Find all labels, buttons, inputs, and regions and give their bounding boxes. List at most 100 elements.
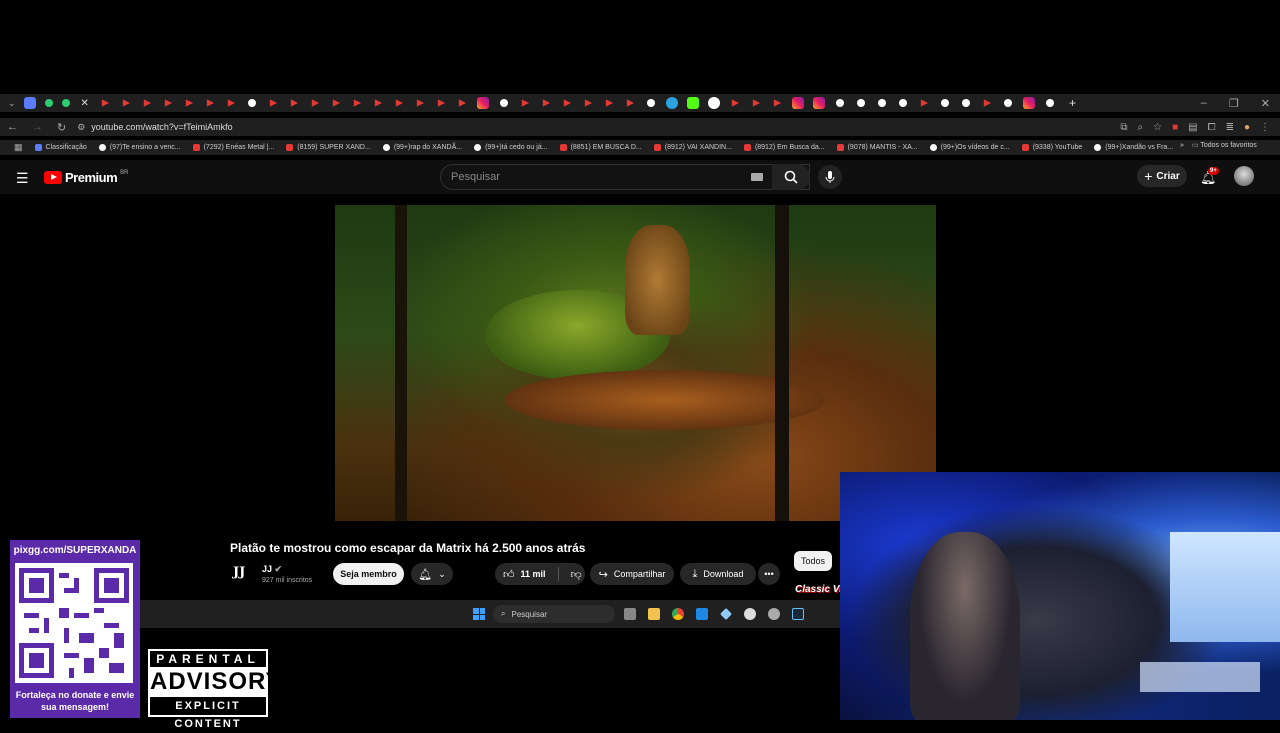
youtube-tab-icon[interactable]	[983, 99, 992, 107]
forward-icon[interactable]: →	[32, 121, 43, 133]
youtube-tab-icon[interactable]	[143, 99, 152, 107]
tiktok-tab-icon[interactable]	[500, 99, 509, 107]
share-button[interactable]: ↪ Compartilhar	[590, 563, 674, 585]
bookmark-item[interactable]: (99+)Xandão vs Fra...	[1094, 144, 1173, 151]
google-tab-icon[interactable]	[708, 97, 721, 109]
tiktok-tab-icon[interactable]	[941, 99, 950, 107]
youtube-tab-icon[interactable]	[164, 99, 173, 107]
reload-icon[interactable]: ↻	[57, 121, 66, 134]
youtube-tab-icon[interactable]	[458, 99, 467, 107]
youtube-tab-icon[interactable]	[395, 99, 404, 107]
youtube-tab-icon[interactable]	[269, 99, 278, 107]
task-view-icon[interactable]	[624, 608, 636, 620]
youtube-tab-icon[interactable]	[416, 99, 425, 107]
like-button[interactable]: 👍︎ 11 mil	[503, 568, 546, 581]
bookmark-item[interactable]: Classificação	[34, 144, 87, 151]
youtube-tab-icon[interactable]	[752, 99, 761, 107]
search-button[interactable]	[772, 164, 810, 190]
bookmark-item[interactable]: (99+)tá cedo ou já...	[474, 144, 548, 151]
youtube-logo[interactable]: Premium BR	[44, 170, 128, 185]
bookmark-item[interactable]: (8912) VAI XANDIN...	[653, 144, 732, 151]
install-icon[interactable]: ⧉	[1120, 122, 1127, 133]
close-window-icon[interactable]: ✕	[1261, 97, 1270, 110]
new-tab-icon[interactable]: +	[1069, 96, 1076, 110]
bookmark-item[interactable]: (7292) Enéas Metal |...	[192, 144, 274, 151]
youtube-tab-icon[interactable]	[437, 99, 446, 107]
tiktok-tab-icon[interactable]	[878, 99, 887, 107]
channel-name[interactable]: JJ ✔	[262, 564, 282, 575]
more-actions-button[interactable]: •••	[758, 563, 780, 585]
url-field[interactable]: youtube.com/watch?v=fTeimiAmkfo	[91, 122, 232, 132]
tiktok-tab-icon[interactable]	[962, 99, 971, 107]
bookmark-item[interactable]: (8912) Em Busca da...	[743, 144, 825, 151]
youtube-tab-icon[interactable]	[227, 99, 236, 107]
side-thumbnail-label[interactable]: Classic Vi	[795, 584, 842, 595]
tiktok-tab-icon[interactable]	[857, 99, 866, 107]
tiktok-tab-icon[interactable]	[248, 99, 257, 107]
youtube-tab-icon[interactable]	[542, 99, 551, 107]
youtube-tab-icon[interactable]	[773, 99, 782, 107]
bookmark-item[interactable]: (8851) EM BUSCA D...	[559, 144, 642, 151]
download-button[interactable]: ⤓ Download	[680, 563, 756, 585]
extension-red-icon[interactable]: ■	[1172, 122, 1178, 133]
hamburger-menu-icon[interactable]: ☰	[16, 170, 29, 187]
instagram-tab-icon[interactable]	[477, 97, 490, 109]
obs-icon[interactable]	[744, 608, 756, 620]
instagram-tab-icon[interactable]	[813, 97, 826, 109]
tab-favicon-icon[interactable]	[62, 99, 71, 107]
extension-icon[interactable]: ▤	[1188, 122, 1197, 133]
chrome-icon[interactable]	[672, 608, 684, 620]
tiktok-tab-icon[interactable]	[647, 99, 656, 107]
apps-grid-icon[interactable]: ▦	[14, 142, 23, 153]
menu-dots-icon[interactable]: ⋮	[1260, 122, 1270, 133]
tab-favicon-icon[interactable]	[24, 97, 37, 109]
back-icon[interactable]: ←	[7, 121, 18, 133]
youtube-tab-icon[interactable]	[122, 99, 131, 107]
youtube-tab-icon[interactable]	[563, 99, 572, 107]
channel-logo[interactable]: JJ	[233, 565, 251, 581]
subscribed-bell-button[interactable]: 🔔︎ ⌄	[411, 563, 453, 585]
youtube-tab-icon[interactable]	[731, 99, 740, 107]
youtube-tab-icon[interactable]	[311, 99, 320, 107]
instagram-tab-icon[interactable]	[792, 97, 805, 109]
youtube-tab-icon[interactable]	[521, 99, 530, 107]
keyboard-icon[interactable]	[751, 173, 763, 181]
youtube-tab-icon[interactable]	[626, 99, 635, 107]
youtube-tab-icon[interactable]	[920, 99, 929, 107]
taskbar-search-input[interactable]: ⌕ Pesquisar	[493, 605, 615, 623]
create-button[interactable]: + Criar	[1137, 165, 1187, 187]
tiktok-tab-icon[interactable]	[899, 99, 908, 107]
bookmark-item[interactable]: (8159) SUPER XAND...	[286, 144, 371, 151]
avatar[interactable]	[1234, 166, 1254, 186]
bookmark-item[interactable]: (9078) MANTIS - XA...	[836, 144, 918, 151]
site-info-icon[interactable]: ⚙	[77, 122, 85, 133]
file-explorer-icon[interactable]	[648, 608, 660, 620]
youtube-tab-icon[interactable]	[101, 99, 110, 107]
youtube-tab-icon[interactable]	[584, 99, 593, 107]
minimize-icon[interactable]: –	[1201, 97, 1207, 110]
instagram-tab-icon[interactable]	[1023, 97, 1036, 109]
steam-icon[interactable]	[792, 608, 804, 620]
youtube-tab-icon[interactable]	[332, 99, 341, 107]
tiktok-tab-icon[interactable]	[1004, 99, 1013, 107]
media-icon[interactable]: ≣	[1226, 122, 1234, 133]
profile-avatar-icon[interactable]: ●	[1244, 122, 1250, 133]
tab-favicon-icon[interactable]	[45, 99, 54, 107]
bookmark-item[interactable]: (97)Te ensino a venc...	[98, 144, 181, 151]
bookmark-item[interactable]: (9338) YouTube	[1021, 144, 1082, 151]
bookmark-item[interactable]: (99+)Os vídeos de c...	[929, 144, 1010, 151]
tab-search-icon[interactable]: ⌄	[8, 98, 16, 109]
windows-start-icon[interactable]	[473, 608, 485, 620]
youtube-tab-icon[interactable]	[206, 99, 215, 107]
tiktok-tab-icon[interactable]	[1046, 99, 1055, 107]
youtube-tab-icon[interactable]	[185, 99, 194, 107]
bookmark-item[interactable]: (99+)rap do XANDÃ...	[382, 144, 462, 151]
extensions-puzzle-icon[interactable]: ⧠	[1208, 122, 1216, 133]
app-blue-icon[interactable]	[696, 608, 708, 620]
youtube-tab-icon[interactable]	[605, 99, 614, 107]
telegram-tab-icon[interactable]	[666, 97, 679, 109]
dislike-button[interactable]: 👎︎	[571, 568, 582, 581]
youtube-tab-icon[interactable]	[353, 99, 362, 107]
bookmark-star-icon[interactable]: ☆	[1153, 122, 1162, 133]
maximize-icon[interactable]: ❐	[1229, 97, 1239, 110]
